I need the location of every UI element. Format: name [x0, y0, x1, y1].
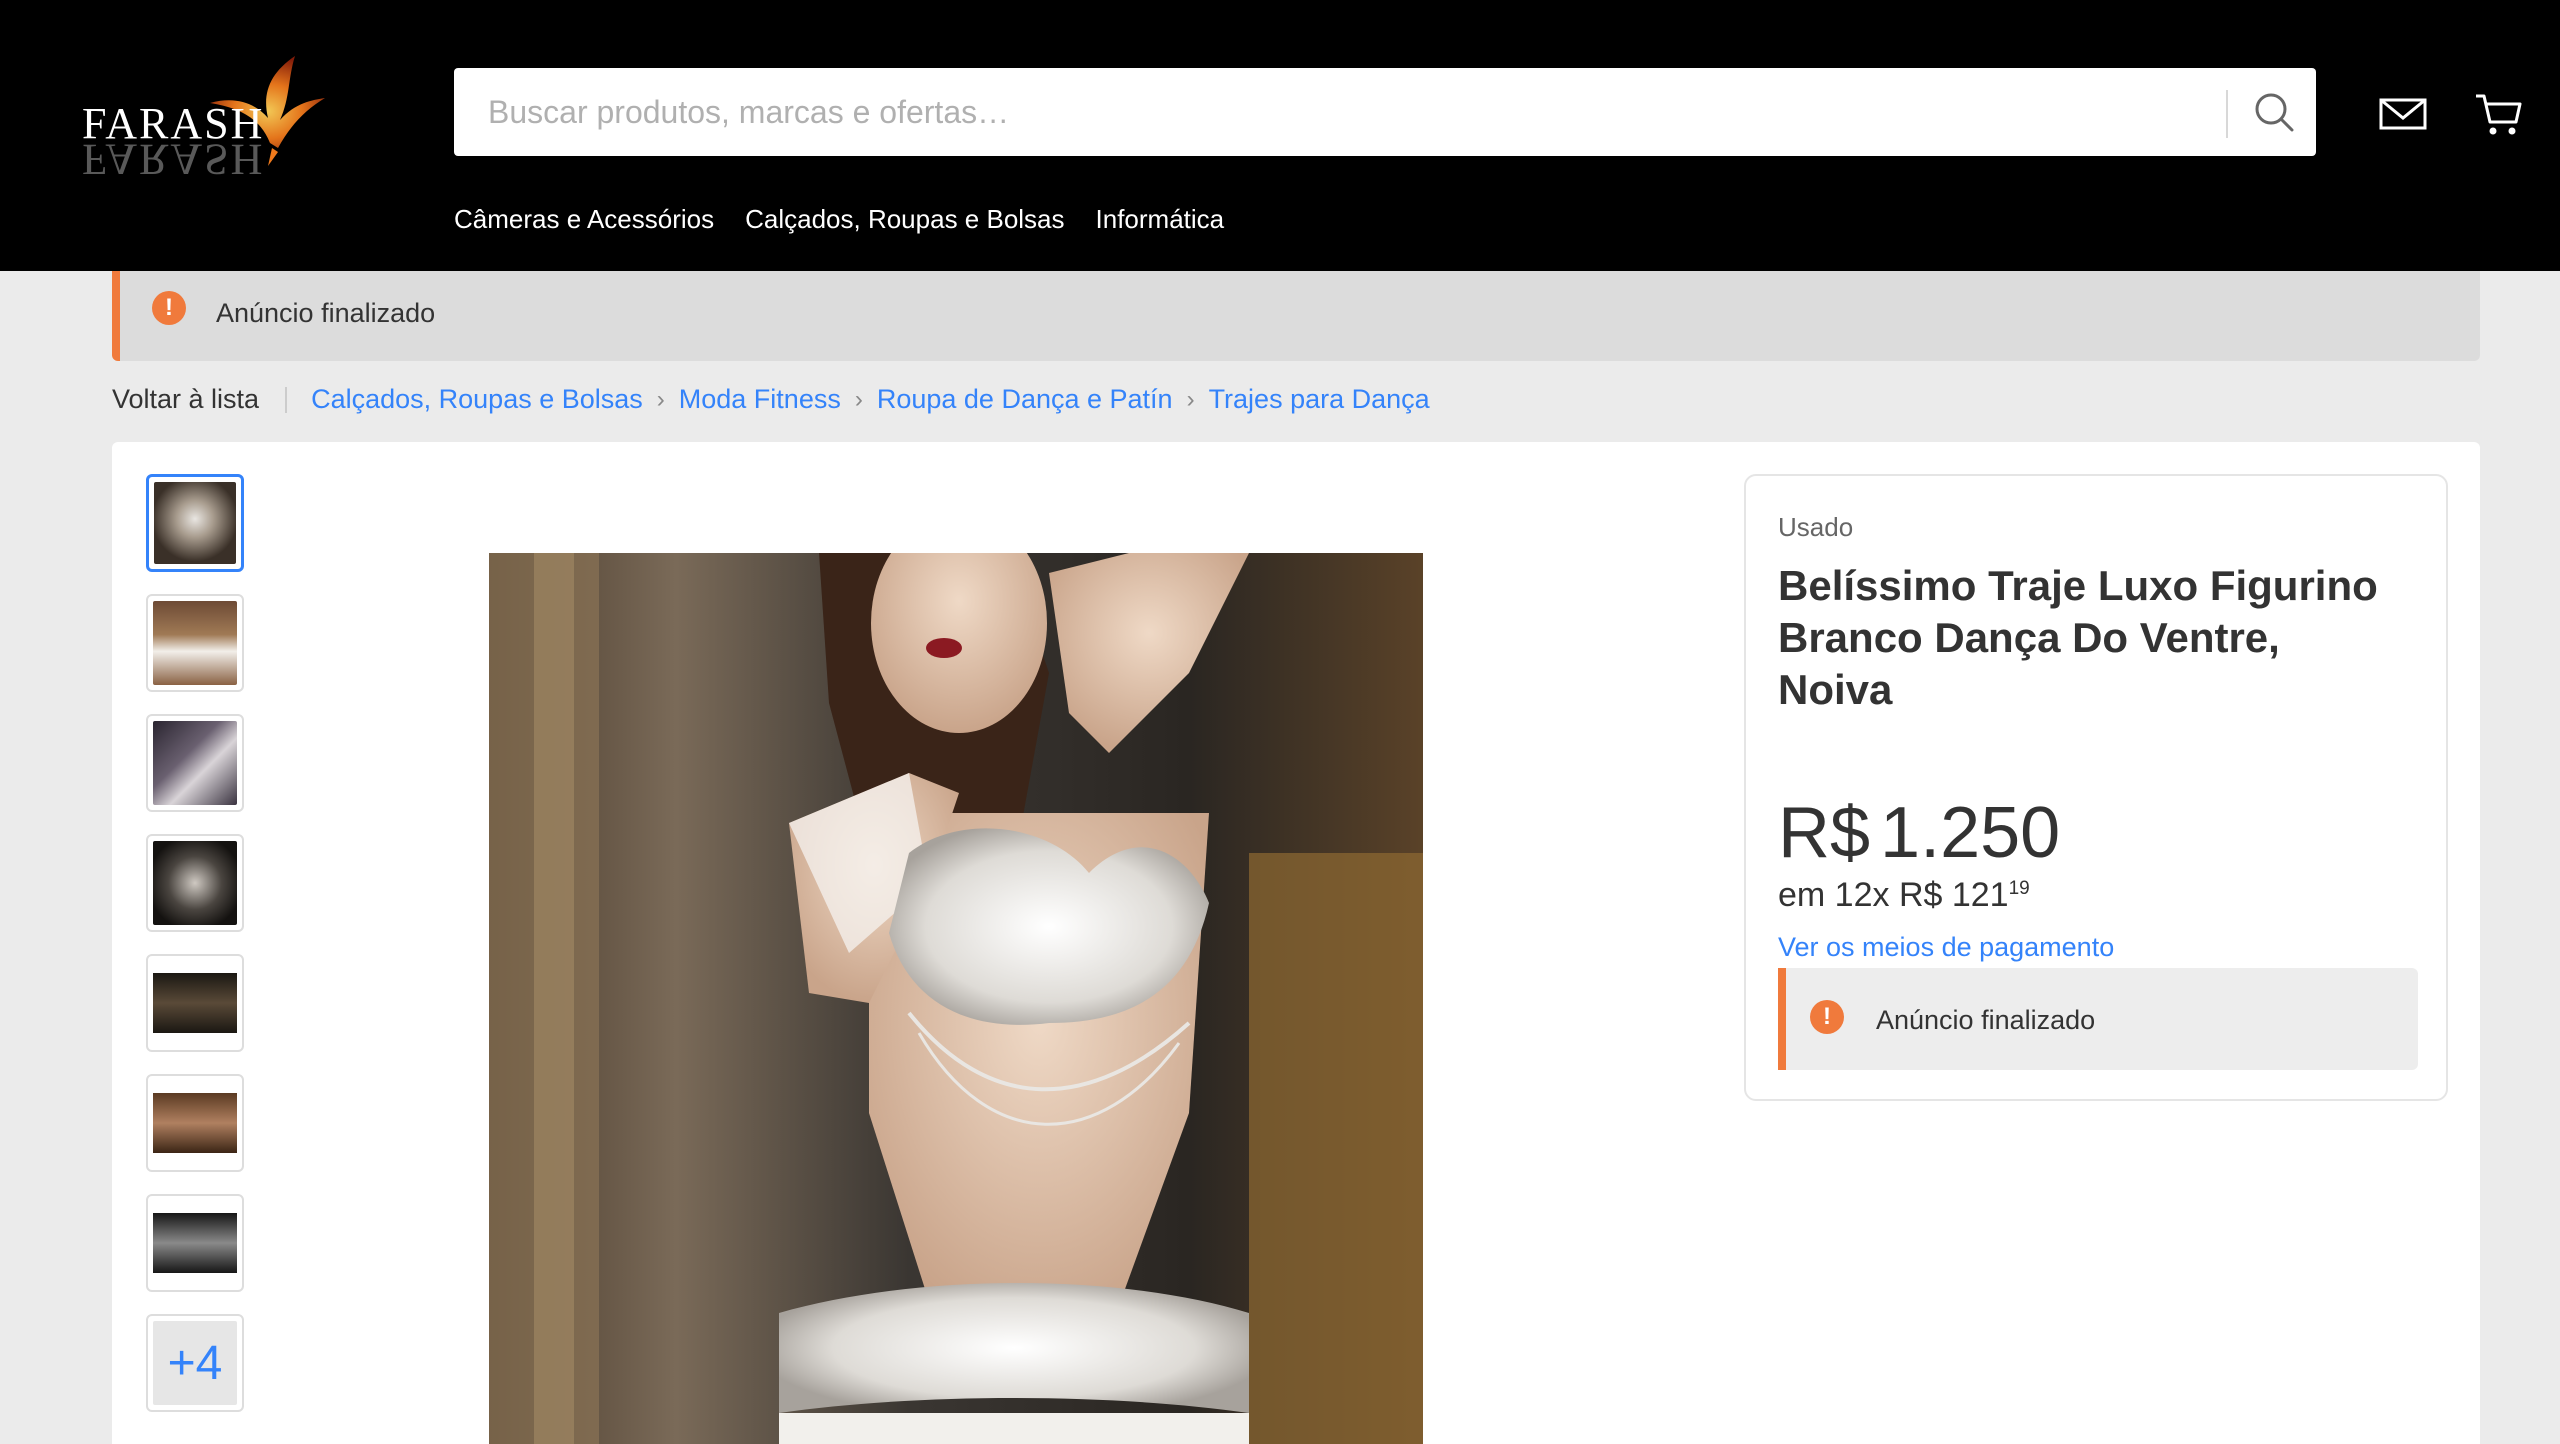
price-currency: R$ — [1778, 793, 1871, 873]
chevron-right-icon: › — [656, 385, 665, 413]
installments-text: em 12x R$ 121 — [1778, 876, 2009, 914]
brand-name-reflection: FARASH — [82, 135, 265, 184]
installments-cents: 19 — [2008, 878, 2030, 899]
brand-logo[interactable]: FARASH FARASH — [80, 48, 340, 184]
thumbnail-2[interactable] — [146, 594, 244, 692]
status-banner-text: Anúncio finalizado — [216, 298, 436, 328]
listing-ended-alert: ! Anúncio finalizado — [1778, 968, 2418, 1070]
thumbnail-1[interactable] — [146, 474, 244, 572]
breadcrumb: Voltar à lista Calçados, Roupas e Bolsas… — [112, 384, 1430, 415]
mail-icon — [2379, 98, 2427, 130]
warning-icon: ! — [1810, 1000, 1844, 1034]
search-input[interactable] — [454, 68, 2224, 156]
thumbnail-image — [153, 1081, 237, 1165]
thumbnail-6[interactable] — [146, 1074, 244, 1172]
product-price: R$ 1.250 — [1778, 792, 2060, 874]
product-main-image[interactable] — [489, 553, 1423, 1444]
category-nav: Câmeras e Acessórios Calçados, Roupas e … — [454, 204, 1224, 235]
chevron-right-icon: › — [1186, 385, 1195, 413]
breadcrumb-item-dance-clothes[interactable]: Roupa de Dança e Patín — [877, 384, 1173, 415]
status-banner: ! Anúncio finalizado — [112, 271, 2480, 361]
product-card: +4 Usado Belíssimo Traje Luxo Figurino B… — [112, 442, 2480, 1444]
search-button[interactable] — [2232, 68, 2316, 156]
thumbnail-3[interactable] — [146, 714, 244, 812]
cart-button[interactable] — [2474, 88, 2524, 138]
thumbnail-4[interactable] — [146, 834, 244, 932]
thumbnail-7[interactable] — [146, 1194, 244, 1292]
cart-icon — [2476, 94, 2522, 135]
thumbnail-image — [153, 961, 237, 1045]
thumbnail-image — [153, 601, 237, 685]
product-photo — [489, 553, 1423, 1444]
installments: em 12x R$ 12119 — [1778, 876, 2030, 915]
notifications-button[interactable] — [2378, 90, 2428, 136]
thumbnail-5[interactable] — [146, 954, 244, 1052]
site-header: FARASH FARASH Câmeras e Acessórios Calça… — [0, 0, 2560, 271]
back-to-list-link[interactable]: Voltar à lista — [112, 384, 259, 415]
warning-icon: ! — [152, 291, 186, 325]
thumbnail-image — [154, 482, 236, 564]
breadcrumb-item-fashion[interactable]: Calçados, Roupas e Bolsas — [311, 384, 643, 415]
listing-ended-text: Anúncio finalizado — [1876, 1005, 2096, 1035]
thumbnail-image — [153, 1201, 237, 1285]
more-photos-button[interactable]: +4 — [146, 1314, 244, 1412]
payment-methods-link[interactable]: Ver os meios de pagamento — [1778, 932, 2114, 963]
nav-item-fashion[interactable]: Calçados, Roupas e Bolsas — [745, 204, 1064, 235]
item-condition: Usado — [1778, 512, 1854, 542]
price-value: 1.250 — [1880, 793, 2061, 873]
breadcrumb-item-dance-costumes[interactable]: Trajes para Dança — [1209, 384, 1430, 415]
search-bar — [454, 68, 2316, 156]
nav-item-cameras[interactable]: Câmeras e Acessórios — [454, 204, 714, 235]
breadcrumb-item-fitness[interactable]: Moda Fitness — [679, 384, 841, 415]
thumbnail-image — [153, 841, 237, 925]
chevron-right-icon: › — [854, 385, 863, 413]
more-photos-label: +4 — [153, 1321, 237, 1405]
thumbnail-image — [153, 721, 237, 805]
search-icon — [2255, 93, 2294, 132]
nav-item-computers[interactable]: Informática — [1096, 204, 1225, 235]
product-title: Belíssimo Traje Luxo Figurino Branco Dan… — [1778, 562, 2378, 713]
search-divider — [2226, 90, 2228, 138]
breadcrumb-divider — [285, 386, 288, 413]
buy-box: Usado Belíssimo Traje Luxo Figurino Bran… — [1744, 474, 2448, 1101]
